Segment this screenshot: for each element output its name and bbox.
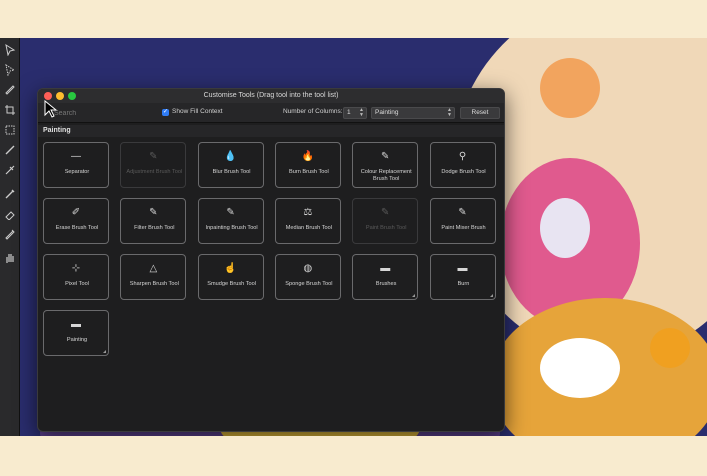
tool-label: Dodge Brush Tool <box>441 169 486 175</box>
tool-label: Sharpen Brush Tool <box>129 281 179 287</box>
mouse-cursor-icon <box>44 100 58 118</box>
colour-replacement-brush-icon: ✎ <box>380 151 390 162</box>
tool-tile[interactable]: ▬ Painting <box>43 310 109 356</box>
folder-icon: ▬ <box>71 319 81 330</box>
paint-brush-icon: ✎ <box>380 207 390 218</box>
artwork-face <box>540 198 590 258</box>
pixel-tool-icon: ⊹ <box>71 263 81 274</box>
search-input[interactable] <box>46 107 146 119</box>
folder-icon: ▬ <box>457 263 468 274</box>
options-bar: ✓ Show Fill Context Number of Columns: 1… <box>38 103 504 123</box>
tool-tile[interactable]: ▬ Brushes <box>352 254 419 300</box>
tool-label: Smudge Brush Tool <box>207 281 256 287</box>
filter-brush-icon: ✎ <box>149 207 158 218</box>
brush-icon[interactable] <box>2 142 18 158</box>
tool-tile[interactable]: ✐ Erase Brush Tool <box>43 198 109 244</box>
dodge-brush-icon: ⚲ <box>458 151 467 162</box>
separator-icon: — <box>71 151 81 162</box>
dialog-title: Customise Tools (Drag tool into the tool… <box>203 92 339 99</box>
move-icon[interactable] <box>2 42 18 58</box>
tool-label: Adjustment Brush Tool <box>126 169 183 175</box>
category-value: Painting <box>375 109 399 116</box>
group-corner-icon <box>412 294 416 297</box>
tool-label: Brushes <box>375 281 397 287</box>
tool-label: Pixel Tool <box>65 281 89 287</box>
folder-icon: ▬ <box>380 263 391 274</box>
eraser-icon[interactable] <box>2 206 18 222</box>
adjustment-brush-icon: ✎ <box>149 151 158 162</box>
tool-tile[interactable]: ✎ Paint Brush Tool <box>352 198 419 244</box>
tool-label: Painting <box>66 337 88 343</box>
artwork-character <box>540 58 600 118</box>
smudge-brush-icon: ☝ <box>224 263 237 274</box>
sharpen-brush-icon: △ <box>149 263 158 274</box>
customise-tools-dialog: Customise Tools (Drag tool into the tool… <box>37 88 505 432</box>
tool-label: Paint Brush Tool <box>365 225 407 231</box>
inpainting-brush-icon: ✎ <box>226 207 235 218</box>
tool-tile[interactable]: ▬ Burn <box>429 254 496 300</box>
stepper-arrows-icon[interactable]: ▲ ▼ <box>359 108 364 118</box>
tool-tile[interactable]: △ Sharpen Brush Tool <box>120 254 187 300</box>
tool-tile[interactable]: ⚖ Median Brush Tool <box>274 198 341 244</box>
tool-label: Filter Brush Tool <box>134 225 175 231</box>
artwork-fire <box>540 338 620 398</box>
tools-toolbar <box>0 38 20 436</box>
tool-label: Inpainting Brush Tool <box>205 225 258 231</box>
category-select[interactable]: Painting ▲ ▼ <box>371 107 455 119</box>
section-header: Painting <box>38 125 504 137</box>
tool-label: Median Brush Tool <box>285 225 332 231</box>
tool-label: Blur Brush Tool <box>212 169 251 175</box>
dialog-titlebar: Customise Tools (Drag tool into the tool… <box>38 89 504 103</box>
tool-tile[interactable]: — Separator <box>43 142 109 188</box>
tool-tile[interactable]: ✎ Paint Mixer Brush <box>429 198 496 244</box>
tool-label: Erase Brush Tool <box>55 225 99 231</box>
show-fill-context-label: Show Fill Context <box>172 108 223 115</box>
median-brush-icon: ⚖ <box>303 207 313 218</box>
eyedropper-icon[interactable] <box>2 162 18 178</box>
burn-brush-icon: 🔥 <box>301 151 315 162</box>
columns-stepper[interactable]: 1 ▲ ▼ <box>343 107 367 119</box>
group-corner-icon <box>489 294 493 297</box>
app-window: Customise Tools (Drag tool into the tool… <box>0 38 707 436</box>
sponge-brush-icon: ◍ <box>303 263 313 274</box>
select-arrows-icon: ▲ ▼ <box>447 107 452 118</box>
tool-label: Separator <box>64 169 90 175</box>
group-corner-icon <box>103 350 106 353</box>
select-icon[interactable] <box>2 62 18 78</box>
tool-label: Colour Replacement Brush Tool <box>360 169 412 182</box>
tool-tile[interactable]: ☝ Smudge Brush Tool <box>197 254 264 300</box>
transform-icon[interactable] <box>2 122 18 138</box>
bottom-margin <box>0 436 707 476</box>
tool-tile[interactable]: ⊹ Pixel Tool <box>43 254 109 300</box>
hand-icon[interactable] <box>2 250 18 266</box>
tool-label: Burn <box>457 281 470 287</box>
reset-button[interactable]: Reset <box>460 107 500 119</box>
crop-icon[interactable] <box>2 102 18 118</box>
blur-brush-icon: 💧 <box>224 151 237 162</box>
erase-brush-icon: ✐ <box>71 207 81 218</box>
paint-mixer-brush-icon: ✎ <box>458 207 467 218</box>
tool-tile[interactable]: 💧 Blur Brush Tool <box>197 142 264 188</box>
tool-tile[interactable]: ✎ Filter Brush Tool <box>120 198 187 244</box>
tool-tile[interactable]: ✎ Inpainting Brush Tool <box>197 198 264 244</box>
columns-value: 1 <box>347 109 351 116</box>
paint-brush-icon[interactable] <box>2 186 18 202</box>
show-fill-context-checkbox[interactable]: ✓ <box>162 109 169 116</box>
tool-tile[interactable]: ✎ Adjustment Brush Tool <box>120 142 187 188</box>
tool-label: Paint Mixer Brush <box>441 225 486 231</box>
tool-tile[interactable]: ⚲ Dodge Brush Tool <box>429 142 496 188</box>
pencil-icon[interactable] <box>2 226 18 242</box>
tool-tile[interactable]: ◍ Sponge Brush Tool <box>274 254 341 300</box>
tool-tile[interactable]: ✎ Colour Replacement Brush Tool <box>352 142 419 188</box>
tool-tile[interactable]: 🔥 Burn Brush Tool <box>274 142 341 188</box>
tool-label: Burn Brush Tool <box>289 169 329 175</box>
pen-icon[interactable] <box>2 81 18 97</box>
tool-label: Sponge Brush Tool <box>285 281 333 287</box>
columns-label: Number of Columns: <box>283 108 343 115</box>
artwork-fruit <box>650 328 690 368</box>
